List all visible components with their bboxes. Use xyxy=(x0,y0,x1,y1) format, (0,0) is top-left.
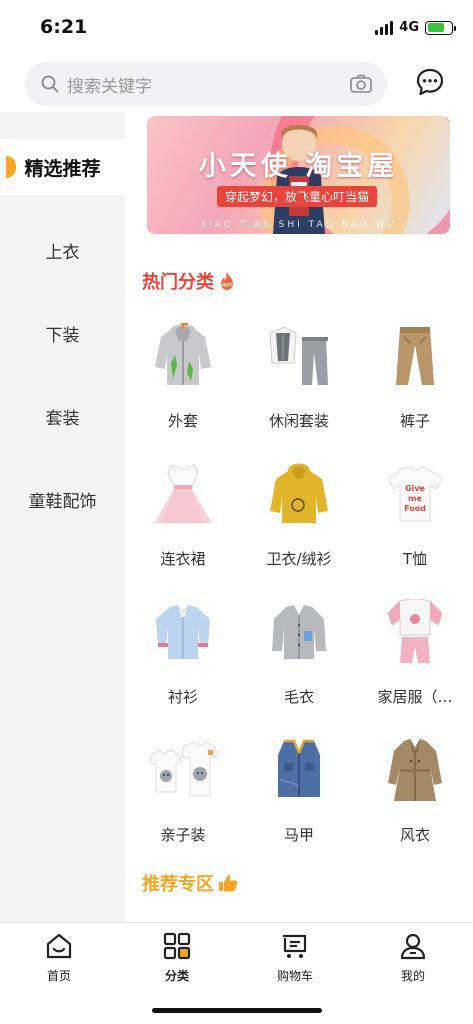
svg-text:Food: Food xyxy=(404,504,426,513)
sidebar-item-sets[interactable]: 套装 xyxy=(0,388,125,444)
category-sidebar: 精选推荐 上衣 下装 套装 童鞋配饰 xyxy=(0,112,125,922)
category-label: 连衣裙 xyxy=(160,550,206,568)
network-label: 4G xyxy=(399,20,419,35)
sidebar-item-tops[interactable]: 上衣 xyxy=(0,222,125,278)
banner-tagline: 穿起梦幻，放飞童心叮当猫 xyxy=(217,186,378,207)
tab-label: 我的 xyxy=(400,969,425,983)
thumbs-up-icon xyxy=(218,874,238,892)
search-input[interactable]: 搜索关键字 xyxy=(25,62,387,106)
category-label: 家居服（… xyxy=(377,688,453,706)
sidebar-item-shoes-accessories[interactable]: 童鞋配饰 xyxy=(0,471,125,527)
tshirt-image: Give me Food xyxy=(379,458,451,530)
dress-image xyxy=(147,458,219,530)
cart-icon xyxy=(280,931,310,961)
hot-section-title: 热门分类 HOT xyxy=(142,268,236,294)
trench-coat-image xyxy=(379,734,451,806)
hoodie-jacket-image xyxy=(147,320,219,392)
category-icon xyxy=(162,931,192,961)
category-content: 小天使 淘宝屋 穿起梦幻，放飞童心叮当猫 XIAO TIAN SHI TAO B… xyxy=(125,112,473,922)
category-item-sweater[interactable]: 毛衣 xyxy=(241,590,357,728)
search-row: 搜索关键字 xyxy=(0,56,473,112)
tab-profile[interactable]: 我的 xyxy=(354,931,472,991)
category-label: 马甲 xyxy=(283,826,314,844)
recommend-title-label: 推荐专区 xyxy=(142,874,214,895)
message-button[interactable] xyxy=(412,66,448,102)
sidebar-item-bottoms[interactable]: 下装 xyxy=(0,305,125,361)
status-bar: 6:21 4G xyxy=(0,0,473,56)
banner-subtitle: XIAO TIAN SHI TAO BAO WU xyxy=(199,220,397,230)
category-label: 卫衣/绒衫 xyxy=(266,550,332,568)
category-item-casual-set[interactable]: 休闲套装 xyxy=(241,314,357,452)
battery-icon xyxy=(425,20,456,35)
category-item-family-outfit[interactable]: 亲子装 xyxy=(125,728,241,866)
category-item-shirt[interactable]: 衬衫 xyxy=(125,590,241,728)
category-label: 休闲套装 xyxy=(268,412,329,430)
sweatshirt-image xyxy=(263,458,335,530)
sidebar-item-label: 下装 xyxy=(45,325,80,346)
category-label: 风衣 xyxy=(399,826,430,844)
banner-title: 小天使 淘宝屋 xyxy=(198,151,399,182)
camera-icon[interactable] xyxy=(349,72,373,96)
status-indicators: 4G xyxy=(375,20,456,35)
tab-home[interactable]: 首页 xyxy=(0,931,118,991)
hot-badge-text: HOT xyxy=(222,283,234,289)
category-item-tshirt[interactable]: Give me Food T恤 xyxy=(357,452,473,590)
vest-image xyxy=(263,734,335,806)
category-label: 裤子 xyxy=(399,412,430,430)
active-indicator xyxy=(6,156,16,178)
hot-title-label: 热门分类 xyxy=(142,272,214,293)
tab-label: 购物车 xyxy=(276,969,313,983)
tab-category[interactable]: 分类 xyxy=(118,931,236,991)
recommend-section-title: 推荐专区 xyxy=(142,870,238,896)
signal-icon xyxy=(375,20,394,35)
category-item-vest[interactable]: 马甲 xyxy=(241,728,357,866)
category-item-trench-coat[interactable]: 风衣 xyxy=(357,728,473,866)
sidebar-item-label: 精选推荐 xyxy=(24,157,101,180)
sidebar-item-label: 童鞋配饰 xyxy=(28,491,97,512)
status-time: 6:21 xyxy=(40,16,88,38)
svg-text:Give: Give xyxy=(405,484,426,493)
sidebar-item-featured[interactable]: 精选推荐 xyxy=(0,139,125,195)
category-label: 外套 xyxy=(167,412,198,430)
svg-text:me: me xyxy=(408,494,422,503)
family-outfit-image xyxy=(147,734,219,806)
tab-label: 首页 xyxy=(46,969,71,983)
home-icon xyxy=(44,931,74,961)
search-placeholder: 搜索关键字 xyxy=(67,76,152,97)
pants-image xyxy=(379,320,451,392)
category-item-pants[interactable]: 裤子 xyxy=(357,314,473,452)
category-label: 毛衣 xyxy=(283,688,314,706)
category-item-outerwear[interactable]: 外套 xyxy=(125,314,241,452)
search-icon xyxy=(41,75,59,93)
sidebar-item-label: 套装 xyxy=(45,408,80,429)
hot-fire-icon: HOT xyxy=(218,271,236,291)
casual-set-image xyxy=(263,320,335,392)
home-indicator xyxy=(152,1008,322,1013)
tab-label: 分类 xyxy=(164,969,189,983)
tab-cart[interactable]: 购物车 xyxy=(236,931,354,991)
sidebar-item-label: 上衣 xyxy=(45,242,80,263)
sweater-image xyxy=(263,596,335,668)
category-item-dress[interactable]: 连衣裙 xyxy=(125,452,241,590)
message-icon xyxy=(415,67,445,101)
battery-fill xyxy=(427,23,444,32)
category-item-sweatshirt[interactable]: 卫衣/绒衫 xyxy=(241,452,357,590)
profile-icon xyxy=(398,931,428,961)
category-item-homewear[interactable]: 家居服（… xyxy=(357,590,473,728)
shirt-image xyxy=(147,596,219,668)
category-label: T恤 xyxy=(402,550,428,568)
category-label: 亲子装 xyxy=(160,826,206,844)
homewear-image xyxy=(379,596,451,668)
category-label: 衬衫 xyxy=(167,688,198,706)
promo-banner[interactable]: 小天使 淘宝屋 穿起梦幻，放飞童心叮当猫 XIAO TIAN SHI TAO B… xyxy=(147,116,450,234)
